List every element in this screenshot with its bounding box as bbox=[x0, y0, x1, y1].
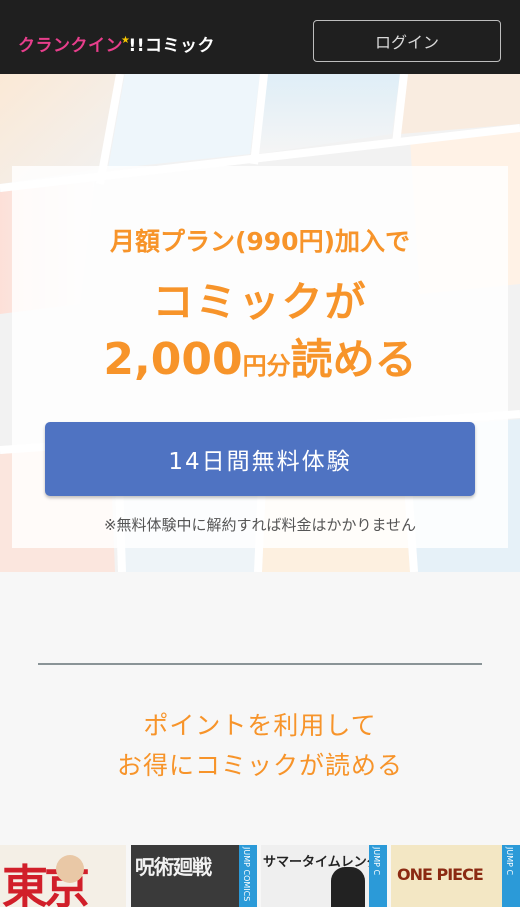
cover-spine-label: JUMP C bbox=[505, 847, 514, 876]
login-button[interactable]: ログイン bbox=[313, 20, 501, 62]
points-section-title: ポイントを利用して お得にコミックが読める bbox=[0, 706, 520, 786]
amount-unit: 円分 bbox=[242, 352, 291, 380]
amount-value: 2,000 bbox=[103, 334, 243, 385]
cover-spine: JUMP C bbox=[369, 845, 387, 907]
comic-cover-carousel: 東京 呪術廻戦 JUMP COMICS サマータイムレンダ JUMP C ONE… bbox=[0, 845, 520, 907]
cover-spine-label: JUMP COMICS bbox=[242, 847, 251, 902]
cover-title: 呪術廻戦 bbox=[135, 855, 212, 879]
cover-spine-label: JUMP C bbox=[372, 847, 381, 876]
free-trial-button[interactable]: 14日間無料体験 bbox=[45, 422, 475, 496]
comic-cover[interactable]: 呪術廻戦 JUMP COMICS bbox=[131, 845, 257, 907]
points-title-line2: お得にコミックが読める bbox=[116, 751, 403, 780]
plan-headline: 月額プラン(990円)加入で bbox=[109, 227, 411, 256]
star-icon: ★ bbox=[121, 34, 131, 46]
site-logo[interactable]: クランクイン★!!コミック bbox=[18, 28, 215, 58]
cover-character bbox=[56, 855, 84, 883]
points-title-line1: ポイントを利用して bbox=[143, 711, 377, 740]
cover-title: サマータイムレンダ bbox=[263, 855, 380, 870]
cover-spine: JUMP COMICS bbox=[239, 845, 257, 907]
logo-comic-text: コミック bbox=[144, 35, 215, 56]
trial-note: ※無料体験中に解約すれば料金はかかりません bbox=[103, 516, 417, 534]
section-divider bbox=[38, 663, 482, 665]
logo-brand-text: クランクイン bbox=[18, 35, 123, 56]
status-bar bbox=[0, 0, 520, 12]
comic-cover[interactable]: サマータイムレンダ JUMP C bbox=[261, 845, 387, 907]
cover-title: ONE PIECE bbox=[397, 865, 484, 884]
comic-cover[interactable]: 東京 bbox=[0, 845, 126, 907]
amount-headline: 2,000円分読める bbox=[0, 326, 520, 387]
amount-tail: 読める bbox=[290, 335, 417, 384]
logo-exclaim: !! bbox=[128, 35, 145, 56]
comic-cover[interactable]: ONE PIECE JUMP C bbox=[391, 845, 520, 907]
cover-spine: JUMP C bbox=[502, 845, 520, 907]
cover-character bbox=[331, 867, 365, 907]
comic-headline: コミックが bbox=[152, 278, 368, 326]
site-header: クランクイン★!!コミック ログイン bbox=[0, 12, 520, 74]
